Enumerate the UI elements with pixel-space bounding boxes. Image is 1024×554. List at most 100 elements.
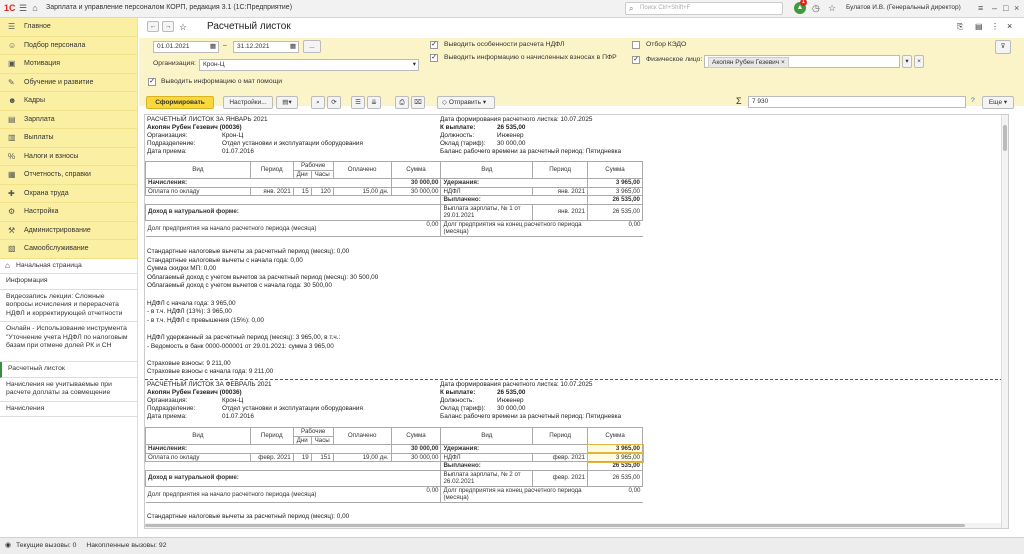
ndfl-checkbox[interactable]: ✓ (430, 41, 438, 49)
date-from-field[interactable]: 01.01.2021 ▦ (153, 41, 219, 53)
preview-button[interactable]: ⌧ (411, 96, 425, 109)
feb-topay: 26 535,00 (497, 389, 526, 396)
jan-accr-label: Начисления: (145, 178, 392, 188)
minimize-icon[interactable]: – (992, 3, 997, 13)
feb-hire-label: Дата приема: (147, 413, 187, 420)
print-button[interactable]: ⎙ (395, 96, 409, 109)
date-to-field[interactable]: 31.12.2021 ▦ (233, 41, 299, 53)
home-icon[interactable]: ⌂ (30, 3, 40, 14)
sidebar-item[interactable]: ▣ Мотивация (0, 55, 137, 74)
home-page-link[interactable]: ⌂ Начальная страница (0, 259, 137, 274)
kedo-checkbox[interactable] (632, 41, 640, 49)
link-icon[interactable]: ⎘ (957, 22, 963, 32)
forward-button[interactable]: → (162, 21, 174, 32)
col-hours: Часы (310, 169, 334, 179)
settings-icon[interactable]: ≡ (978, 3, 983, 13)
sidebar-item[interactable]: ⚒ Администрирование (0, 222, 137, 240)
close-window-icon[interactable]: × (1014, 3, 1019, 13)
feb-payout-sum: 26 535,00 (587, 469, 643, 487)
generate-button[interactable]: Сформировать (146, 96, 214, 109)
feb-rate-label: Оклад (тариф): (440, 405, 486, 412)
report-sheet[interactable]: РАСЧЕТНЫЙ ЛИСТОК ЗА ЯНВАРЬ 2021 Акопян Р… (144, 114, 1009, 529)
horizontal-scrollbar[interactable] (145, 523, 1001, 528)
hscroll-thumb[interactable] (145, 524, 965, 527)
calendar-icon[interactable]: ▦ (290, 42, 296, 52)
dropdown-icon[interactable]: ▾ (413, 60, 416, 70)
sidebar-item[interactable]: ☺ Подбор персонала (0, 37, 137, 55)
search-input[interactable]: ⌕ Поиск Ctrl+Shift+F (625, 2, 783, 15)
jan-dep: Отдел установки и эксплуатации оборудова… (222, 140, 363, 147)
notifications-icon[interactable]: ▲ 1 (794, 0, 807, 14)
feb-ndfl-sum[interactable]: 3 965,00 (586, 452, 644, 463)
section-icon: ✎ (8, 77, 15, 87)
organization-field[interactable]: Крон-Ц ▾ (199, 59, 419, 71)
calendar-icon[interactable]: ▦ (210, 42, 216, 52)
sidebar-item[interactable]: ⚙ Настройка (0, 203, 137, 222)
star-icon[interactable]: ☆ (179, 22, 187, 33)
jan-balance: Баланс рабочего времени за расчетный пер… (440, 148, 622, 155)
select-person-button[interactable]: ▾ (902, 55, 912, 68)
print-icon[interactable]: ▤ (975, 22, 983, 31)
variants-button[interactable]: ▤▾ (276, 96, 298, 109)
jan-topay: 26 535,00 (497, 124, 526, 131)
section-icon: ▦ (8, 170, 16, 179)
person-field[interactable]: Акопян Рубен Гезевич × (704, 55, 900, 68)
sidebar-link[interactable]: Расчетный листок (0, 362, 137, 378)
sidebar-item[interactable]: ▥ Выплаты (0, 129, 137, 148)
sidebar-link[interactable]: Начисления не учитываемые при расчете до… (0, 378, 137, 402)
sidebar-item[interactable]: ▤ Зарплата (0, 111, 137, 129)
close-form-icon[interactable]: × (1007, 21, 1012, 31)
find-next-button[interactable]: ⟳ (327, 96, 341, 109)
settings-button[interactable]: Настройки... (223, 96, 273, 109)
vertical-scrollbar[interactable] (1001, 115, 1008, 528)
expand-button[interactable]: ⇊ (367, 96, 381, 109)
jan-pos: Инженер (497, 132, 524, 139)
sidebar-item[interactable]: ▦ Отчетность, справки (0, 166, 137, 185)
note-line: Облагаемый доход с учетом вычетов с нача… (147, 282, 332, 290)
feb-ded-sum[interactable]: 3 965,00 (586, 443, 644, 454)
feb-hire: 01.07.2016 (222, 413, 254, 420)
help-icon[interactable]: ? (971, 97, 975, 104)
current-user[interactable]: Булатов И.В. (Генеральный директор) (846, 4, 961, 11)
sidebar-link[interactable]: Начисления (0, 402, 137, 417)
menu-icon[interactable]: ☰ (18, 3, 28, 14)
sidebar-link[interactable]: Информация (0, 274, 137, 290)
jan-hire: 01.07.2016 (222, 148, 254, 155)
sidebar-item[interactable]: % Налоги и взносы (0, 148, 137, 166)
send-button[interactable]: ◇ Отправить ▾ (437, 96, 495, 109)
person-checkbox[interactable]: ✓ (632, 56, 640, 64)
more-vert-icon[interactable]: ⋮ (991, 22, 999, 31)
pfr-checkbox[interactable]: ✓ (430, 54, 438, 62)
col-vid-2: Вид (440, 161, 534, 179)
feb-row-days: 19 (292, 452, 312, 462)
jan-formed: Дата формирования расчетного листка: 10.… (440, 116, 593, 123)
collapse-button[interactable]: ☰ (351, 96, 365, 109)
sidebar-item[interactable]: ✚ Охрана труда (0, 185, 137, 203)
favorites-icon[interactable]: ☆ (828, 3, 836, 14)
feb-paid-label: Выплачено: (440, 461, 589, 471)
maximize-icon[interactable]: □ (1003, 3, 1008, 13)
find-button[interactable]: ⌕ (311, 96, 325, 109)
period-select-button[interactable]: ... (303, 40, 321, 53)
sidebar-item[interactable]: ▧ Самообслуживание (0, 240, 137, 259)
main-panel: ← → ☆ Расчетный листок ⎘ ▤ ⋮ × 01.01.202… (139, 18, 1024, 537)
sidebar-item[interactable]: ☰ Главное (0, 18, 137, 37)
jan-payout: Выплата зарплаты, № 1 от 29.01.2021 (440, 203, 534, 221)
col-vid: Вид (145, 161, 251, 179)
clear-person-button[interactable]: × (914, 55, 924, 68)
feb-employee: Акопян Рубен Гезевич (00036) (147, 389, 242, 396)
mat-help-checkbox[interactable]: ✓ (148, 78, 156, 86)
sidebar-link[interactable]: Видеозапись лекции: Сложные вопросы исчи… (0, 290, 137, 322)
home-icon: ⌂ (5, 260, 10, 270)
history-icon[interactable]: ◷ (812, 3, 820, 14)
remove-tag-icon[interactable]: × (781, 59, 785, 66)
note-line: Стандартные налоговые вычеты с начала го… (147, 256, 303, 264)
sidebar-item[interactable]: ☻ Кадры (0, 92, 137, 111)
sidebar-item[interactable]: ✎ Обучение и развитие (0, 74, 137, 92)
more-button[interactable]: Еще ▾ (982, 96, 1014, 109)
back-button[interactable]: ← (147, 21, 159, 32)
scroll-thumb[interactable] (1003, 125, 1007, 151)
jan-debt-end-v: 0,00 (587, 219, 643, 237)
filter-button[interactable]: ⊽ (995, 40, 1011, 54)
sidebar-link[interactable]: Онлайн - Использование инструмента "Уточ… (0, 322, 137, 362)
